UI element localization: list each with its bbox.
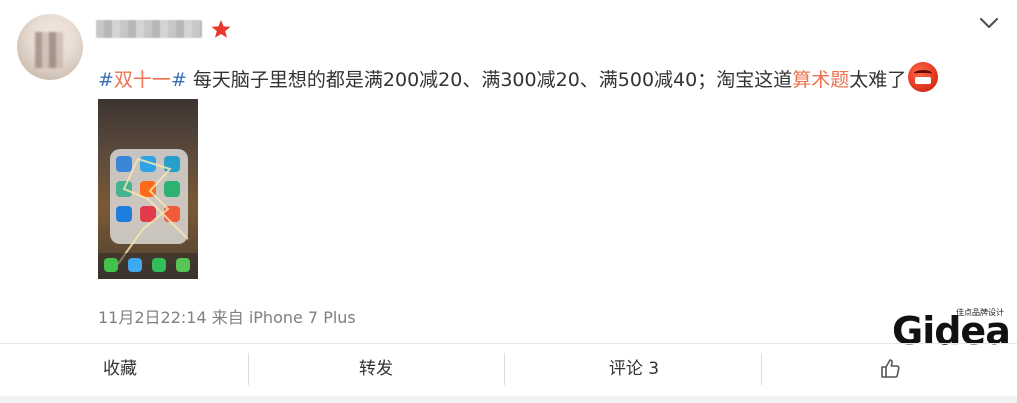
dock-app-icon [104,258,118,272]
timestamp[interactable]: 11月2日22:14 [98,308,207,327]
hashtag-link[interactable]: #双十一# [98,69,187,91]
angry-emoji-icon [908,62,939,92]
bottom-spacer [0,396,1017,403]
like-button[interactable] [860,344,920,396]
dock-app-icon [152,258,166,272]
source: 来自 iPhone 7 Plus [211,308,356,327]
username-blurred[interactable] [96,20,202,38]
dock-app-icon [128,258,142,272]
avatar-blur [35,32,63,68]
post-body: 每天脑子里想的都是满200减20、满300减20、满500减40；淘宝这道 [186,69,793,91]
post-tail: 太难了 [849,69,907,91]
vip-badge-icon [210,18,232,40]
action-bar: 收藏 转发 评论 3 [0,344,1017,396]
separator [761,353,762,385]
thumbs-up-icon [881,359,900,378]
repost-button[interactable]: 转发 [316,344,436,396]
weibo-post: #双十一# 每天脑子里想的都是满200减20、满300减20、满500减40；淘… [0,0,1017,403]
keyword-link[interactable]: 算术题 [792,69,849,91]
favorite-button[interactable]: 收藏 [60,344,180,396]
chevron-down-icon[interactable] [978,12,1000,34]
post-image-thumbnail[interactable] [98,99,198,279]
post-meta: 11月2日22:14 来自 iPhone 7 Plus [98,304,356,328]
scribble-overlay [117,157,189,265]
dock-app-icon [176,258,190,272]
comment-button[interactable]: 评论 3 [574,344,694,396]
post-text: #双十一# 每天脑子里想的都是满200减20、满300减20、满500减40；淘… [98,62,978,93]
separator [248,353,249,385]
separator [504,353,505,385]
avatar[interactable] [17,14,83,80]
